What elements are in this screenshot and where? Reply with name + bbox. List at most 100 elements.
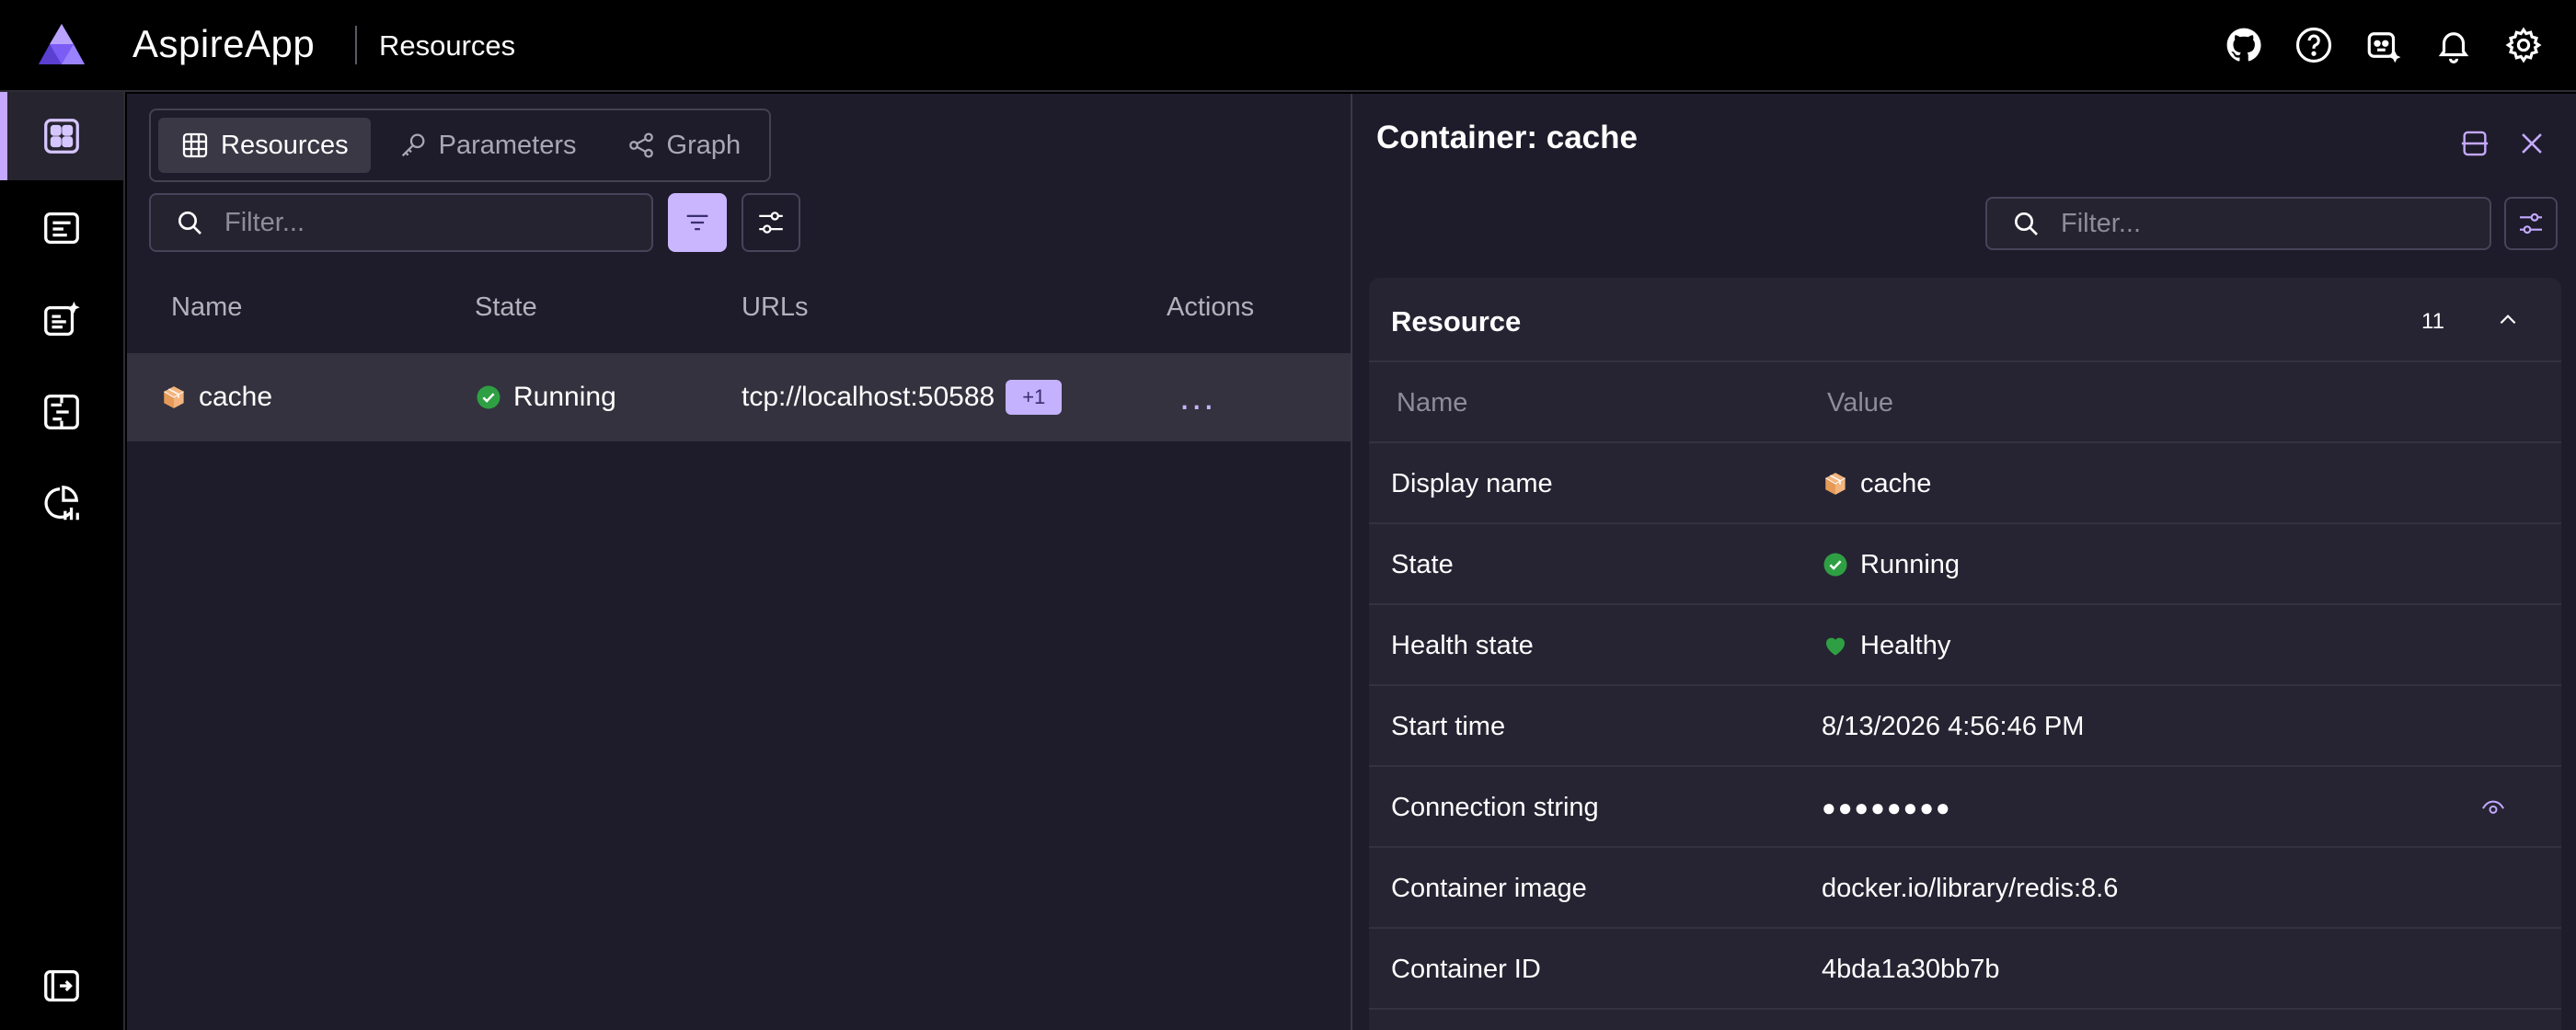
property-value-text: Healthy — [1860, 630, 1951, 660]
page-title: Resources — [379, 29, 516, 62]
close-icon — [2522, 133, 2542, 154]
tab-label: Parameters — [438, 130, 577, 160]
section-header[interactable]: Resource 11 — [1369, 278, 2561, 362]
tab-label: Resources — [221, 130, 349, 160]
property-value: ●●●●●●●● — [1822, 767, 1952, 848]
nav-collapse[interactable] — [0, 942, 123, 1030]
property-name: Container image — [1391, 873, 1587, 903]
property-row[interactable]: State Running — [1369, 524, 2561, 605]
section-title: Resource — [1391, 305, 1522, 338]
key-icon — [401, 133, 425, 157]
column-header-name[interactable]: Name — [1397, 388, 1467, 418]
property-value: cache — [1822, 443, 1931, 524]
property-value-text: 8/13/2026 4:56:46 PM — [1822, 711, 2085, 741]
resource-urls-cell: tcp://localhost:50588 +1 — [742, 353, 1063, 441]
column-settings-button[interactable] — [742, 193, 800, 252]
copilot-icon[interactable] — [2363, 24, 2405, 66]
sliders-icon — [759, 212, 783, 234]
endpoint-link[interactable]: tcp://localhost:50588 — [742, 382, 995, 413]
toggle-orientation-button[interactable] — [2456, 125, 2493, 162]
nav-traces[interactable] — [0, 368, 123, 456]
property-name: Health state — [1391, 630, 1534, 660]
github-icon[interactable] — [2223, 24, 2265, 66]
collapse-section-button[interactable] — [2490, 302, 2526, 338]
structured-logs-icon — [44, 301, 80, 336]
resource-name-cell: cache — [160, 353, 272, 441]
property-value: 8/13/2026 4:56:46 PM — [1822, 686, 2084, 767]
top-bar: AspireApp Resources — [0, 0, 2576, 92]
resource-filter — [149, 193, 653, 252]
share-graph-icon — [628, 132, 653, 158]
property-value-text: docker.io/library/redis:8.6 — [1822, 873, 2119, 903]
table-row[interactable]: cache Running tcp://localhost:50588 +1 .… — [127, 353, 1351, 441]
property-value-text: Running — [1860, 549, 1961, 579]
more-urls-badge[interactable]: +1 — [1006, 380, 1063, 415]
sliders-icon — [2520, 212, 2542, 235]
search-icon — [2015, 212, 2038, 235]
property-row[interactable]: Display name cache — [1369, 443, 2561, 524]
column-header-name[interactable]: Name — [171, 292, 242, 323]
filter-toggle-button[interactable] — [668, 193, 727, 252]
tab-parameters[interactable]: Parameters — [376, 118, 599, 173]
close-details-button[interactable] — [2513, 125, 2550, 162]
filter-input[interactable] — [224, 207, 611, 238]
resource-state-cell: Running — [475, 353, 616, 441]
resources-panel: Resources Parameters Graph Name State UR… — [127, 94, 1351, 1030]
property-value: Healthy — [1822, 605, 1950, 686]
collapse-nav-icon — [44, 970, 79, 1001]
reveal-value-button[interactable] — [2475, 789, 2512, 826]
column-header-actions: Actions — [1167, 292, 1255, 322]
details-settings-button[interactable] — [2504, 197, 2558, 250]
details-filter-input[interactable] — [2061, 208, 2447, 239]
left-navigation — [0, 92, 125, 1030]
nav-structured-logs[interactable] — [0, 276, 123, 364]
column-header-state[interactable]: State — [475, 292, 537, 323]
notification-bell-icon[interactable] — [2432, 24, 2475, 66]
resource-name[interactable]: cache — [199, 382, 272, 413]
property-name: Container ID — [1391, 954, 1541, 984]
tab-resources[interactable]: Resources — [158, 118, 371, 173]
chevron-up-icon — [2500, 315, 2516, 325]
view-tabs: Resources Parameters Graph — [149, 109, 771, 182]
property-value-text: 4bda1a30bb7b — [1822, 954, 2000, 984]
nav-resources[interactable] — [0, 92, 123, 180]
property-row[interactable]: Container ID 4bda1a30bb7b — [1369, 929, 2561, 1010]
resource-actions-cell: ... — [1179, 353, 1215, 441]
app-title[interactable]: AspireApp — [132, 22, 315, 66]
section-count-badge: 11 — [2421, 309, 2444, 334]
property-name: Display name — [1391, 468, 1553, 498]
traces-icon — [44, 395, 79, 429]
details-title: Container: cache — [1376, 120, 1638, 155]
masked-connection-string: ●●●●●●●● — [1822, 793, 1952, 821]
settings-gear-icon[interactable] — [2502, 24, 2545, 66]
column-header-value[interactable]: Value — [1827, 388, 1893, 418]
property-row[interactable]: Health state Healthy — [1369, 605, 2561, 686]
property-value: 4bda1a30bb7b — [1822, 929, 2000, 1010]
property-row[interactable]: Start time 8/13/2026 4:56:46 PM — [1369, 686, 2561, 767]
table-icon — [182, 132, 208, 158]
console-logs-icon — [44, 212, 79, 244]
tab-label: Graph — [666, 130, 742, 160]
split-view-icon — [2461, 131, 2489, 156]
check-circle-icon — [477, 385, 500, 409]
property-name: State — [1391, 549, 1454, 579]
filter-lines-icon — [686, 214, 708, 231]
more-actions-button[interactable]: ... — [1179, 377, 1215, 418]
property-name: Connection string — [1391, 792, 1599, 822]
property-row[interactable]: Container image docker.io/library/redis:… — [1369, 848, 2561, 929]
help-icon[interactable] — [2293, 24, 2335, 66]
top-icons — [2223, 24, 2545, 66]
metrics-icon — [44, 486, 79, 521]
property-value-text: cache — [1860, 468, 1932, 498]
property-value: docker.io/library/redis:8.6 — [1822, 848, 2118, 929]
column-header-urls[interactable]: URLs — [742, 292, 809, 323]
property-row[interactable]: Connection string ●●●●●●●● — [1369, 767, 2561, 848]
nav-console-logs[interactable] — [0, 184, 123, 272]
resources-grid-icon — [44, 119, 79, 154]
aspire-logo-icon — [39, 24, 85, 64]
eye-icon — [2482, 800, 2504, 814]
tab-graph[interactable]: Graph — [604, 118, 764, 173]
property-value: Running — [1822, 524, 1960, 605]
details-filter — [1985, 197, 2491, 250]
nav-metrics[interactable] — [0, 460, 123, 548]
